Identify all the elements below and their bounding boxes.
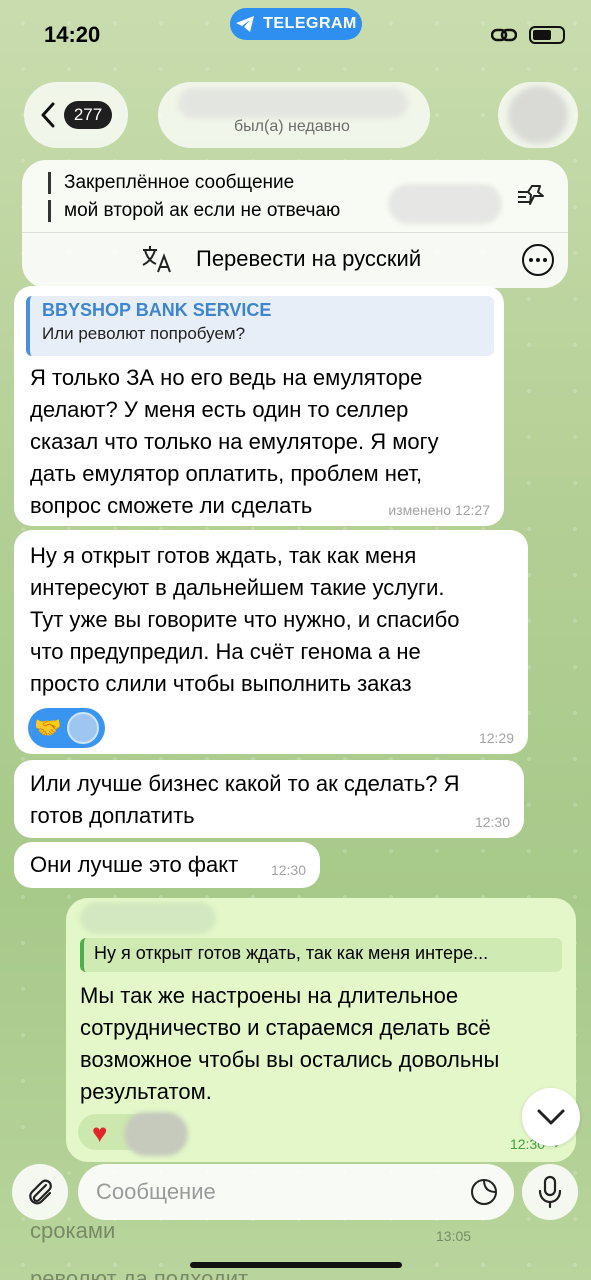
reaction-pill[interactable]: 🤝 [28, 708, 106, 748]
reaction-avatar [67, 712, 100, 744]
message-text: Они лучше это факт [30, 852, 239, 877]
battery-icon [529, 26, 565, 44]
reply-text: Или револют попробуем? [42, 324, 246, 343]
message-input[interactable] [78, 1164, 514, 1220]
message-time: изменено 12:27 [388, 502, 490, 518]
pinned-text-blurred [388, 184, 502, 224]
reply-quote[interactable]: BBYSHOP BANK SERVICE Или револют попробу… [26, 296, 494, 356]
chat-title[interactable]: был(а) недавно [158, 82, 430, 148]
message-time: 12:30 [270, 862, 306, 878]
reply-sender: BBYSHOP BANK SERVICE [42, 300, 272, 320]
message-time: 12:29 [478, 730, 514, 746]
translate-icon [142, 246, 171, 273]
translate-label: Перевести на русский [196, 246, 422, 271]
more-options-icon[interactable] [522, 244, 554, 276]
status-bar: 14:20 TELEGRAM [0, 0, 591, 62]
pinned-list-icon[interactable] [516, 182, 546, 208]
background-message-time: 13:05 [436, 1228, 472, 1244]
message-text: Ну я открыт готов ждать, так как меня ин… [30, 543, 460, 696]
pinned-divider [22, 232, 568, 233]
microphone-button[interactable] [522, 1164, 578, 1220]
background-message-text: сроками [30, 1218, 116, 1243]
avatar [508, 86, 568, 144]
pinned-title[interactable]: Закреплённое сообщение [64, 172, 294, 194]
background-message-text: револют да подходит [30, 1266, 249, 1280]
message-bubble[interactable]: BBYSHOP BANK SERVICE Или револют попробу… [14, 286, 504, 526]
message-text: Я только ЗА но его ведь на емуляторе дел… [30, 365, 439, 518]
attach-button[interactable] [12, 1164, 68, 1220]
back-button[interactable]: 277 [24, 82, 128, 148]
paperclip-icon [29, 1179, 52, 1205]
status-time: 14:20 [44, 22, 101, 47]
telegram-pill-label: TELEGRAM [263, 15, 357, 32]
handshake-reaction-icon: 🤝 [34, 715, 62, 740]
chevron-left-icon [41, 102, 55, 128]
pinned-panel: Закреплённое сообщение мой второй ак есл… [22, 160, 568, 288]
status-icons [491, 26, 565, 44]
message-text: Или лучше бизнес какой то ак сделать? Я … [30, 771, 460, 828]
scroll-to-bottom-button[interactable] [522, 1088, 580, 1146]
last-seen-status: был(а) недавно [234, 118, 350, 135]
profile-avatar-button[interactable] [498, 82, 578, 148]
microphone-icon [538, 1175, 562, 1209]
message-bubble[interactable]: Они лучше это факт 12:30 [14, 842, 320, 888]
telegram-icon [236, 16, 255, 32]
chevron-down-icon [537, 1109, 565, 1125]
pinned-indicator [48, 172, 51, 222]
unread-count-badge: 277 [63, 101, 113, 129]
translate-button[interactable]: Перевести на русский [140, 244, 421, 274]
heart-icon: ♥ [92, 1118, 108, 1148]
telegram-pill[interactable]: TELEGRAM [230, 8, 362, 40]
reply-quote[interactable]: Ну я открыт готов ждать, так как меня ин… [80, 938, 562, 972]
message-bubble[interactable]: Ну я открыт готов ждать, так как меня ин… [14, 530, 528, 754]
message-bubble[interactable]: Или лучше бизнес какой то ак сделать? Я … [14, 760, 524, 838]
message-text: Мы так же настроены на длительное сотруд… [80, 983, 500, 1104]
home-indicator [190, 1262, 402, 1268]
reaction-avatar-blurred [124, 1112, 188, 1156]
message-time: 12:30 [474, 814, 510, 830]
pinned-text[interactable]: мой второй ак если не отвечаю [64, 200, 340, 222]
reaction-pill[interactable]: ♥ [78, 1112, 188, 1156]
link-icon [491, 28, 517, 42]
sticker-icon[interactable] [470, 1178, 498, 1206]
chat-name-blurred [178, 88, 408, 118]
outgoing-message-bubble[interactable]: Ну я открыт готов ждать, так как меня ин… [66, 898, 576, 1162]
sender-name-blurred [80, 902, 216, 934]
